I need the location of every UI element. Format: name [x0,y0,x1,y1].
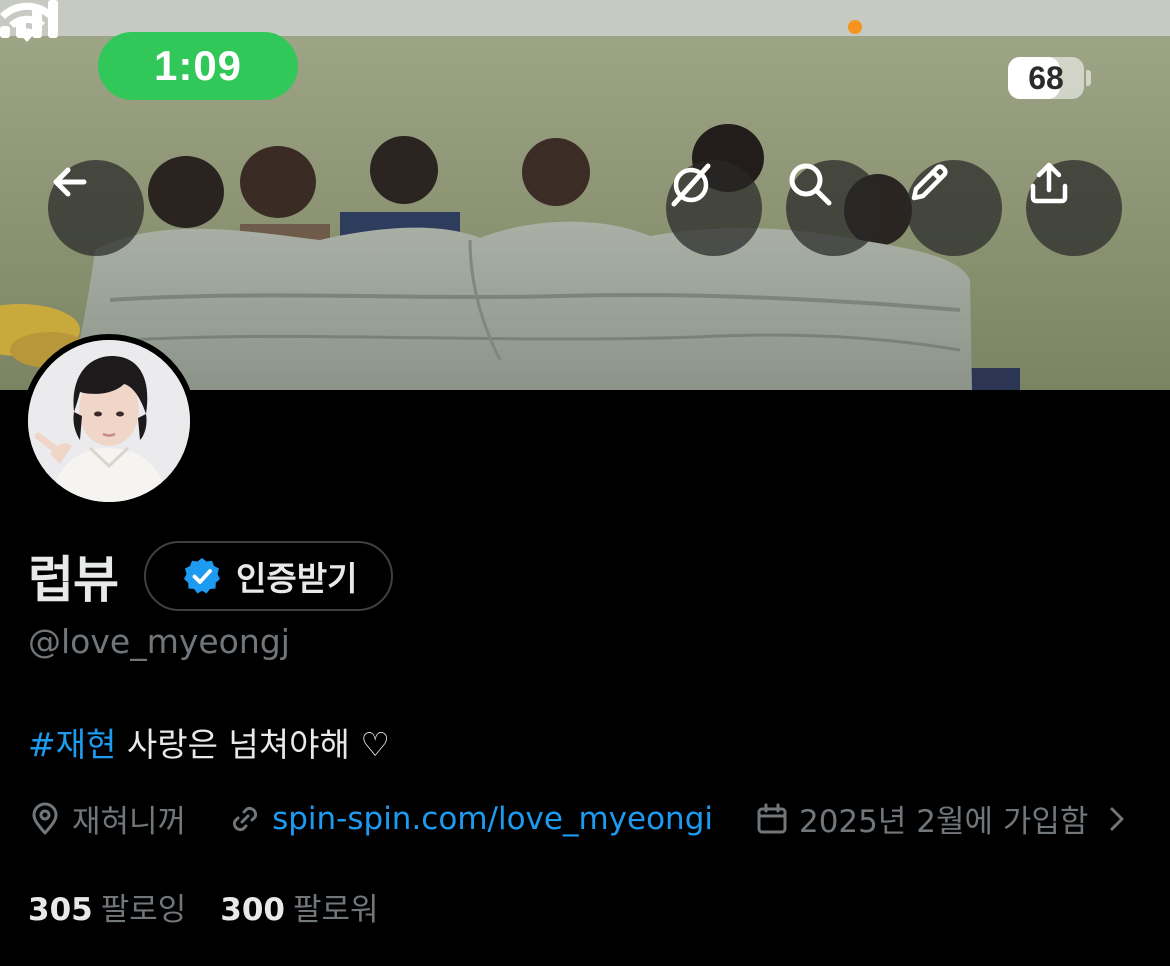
wifi-icon [0,2,54,42]
privacy-indicator-dot [848,20,862,34]
status-time: 1:09 [98,32,298,100]
website-link[interactable]: spin-spin.com/love_myeongi [272,801,713,837]
profile-page: 1:09 68 럽뷰 인증받기 @love_myeongj #재현 사랑은 넘쳐… [0,0,1170,966]
location-item: 재혀니꺼 [28,796,186,841]
arrow-left-icon [53,167,87,197]
grok-button[interactable] [666,160,762,256]
get-verified-label: 인증받기 [236,559,358,598]
profile-bio: #재현 사랑은 넘쳐야해 ♡ [28,718,390,766]
follow-counts: 305 팔로잉 300 팔로워 [28,884,379,929]
following-label: 팔로잉 [100,892,187,928]
battery-cap [1086,70,1091,86]
chevron-right-icon [1110,807,1124,830]
location-pin-icon [32,802,58,834]
bio-hashtag-link[interactable]: #재현 [28,725,116,764]
website-item[interactable]: spin-spin.com/love_myeongi [228,801,713,837]
bio-text: 사랑은 넘쳐야해 ♡ [116,725,390,764]
followers-count: 300 [220,892,285,928]
user-handle: @love_myeongj [28,622,290,661]
avatar[interactable] [22,334,196,508]
search-button[interactable] [786,160,882,256]
location-text: 재혀니꺼 [72,804,187,840]
joined-date-text: 2025년 2월에 가입함 [798,804,1089,840]
grok-icon [671,163,711,207]
link-icon [233,806,258,831]
following-link[interactable]: 305 팔로잉 [28,884,186,929]
edit-button[interactable] [906,160,1002,256]
profile-banner[interactable]: 1:09 68 [0,0,1170,390]
followers-link[interactable]: 300 팔로워 [220,884,378,929]
following-count: 305 [28,892,93,928]
display-name: 럽뷰 [28,551,119,609]
followers-label: 팔로워 [293,892,379,928]
profile-name-row: 럽뷰 인증받기 [28,540,394,612]
share-button[interactable] [1026,160,1122,256]
avatar-image [28,340,190,502]
calendar-icon [757,803,787,833]
back-button[interactable] [48,160,144,256]
battery-indicator: 68 [1008,57,1084,99]
share-icon [1030,162,1068,204]
joined-date-item[interactable]: 2025년 2월에 가입함 [755,796,1128,841]
profile-meta-row: 재혀니꺼 spin-spin.com/love_myeongi 2025년 2월… [28,796,1128,841]
pencil-icon [911,164,948,201]
battery-percent: 68 [1028,59,1064,96]
get-verified-button[interactable]: 인증받기 [144,541,394,611]
verified-badge-icon [184,558,220,594]
search-icon [789,163,832,206]
avatar-photo [28,340,190,502]
